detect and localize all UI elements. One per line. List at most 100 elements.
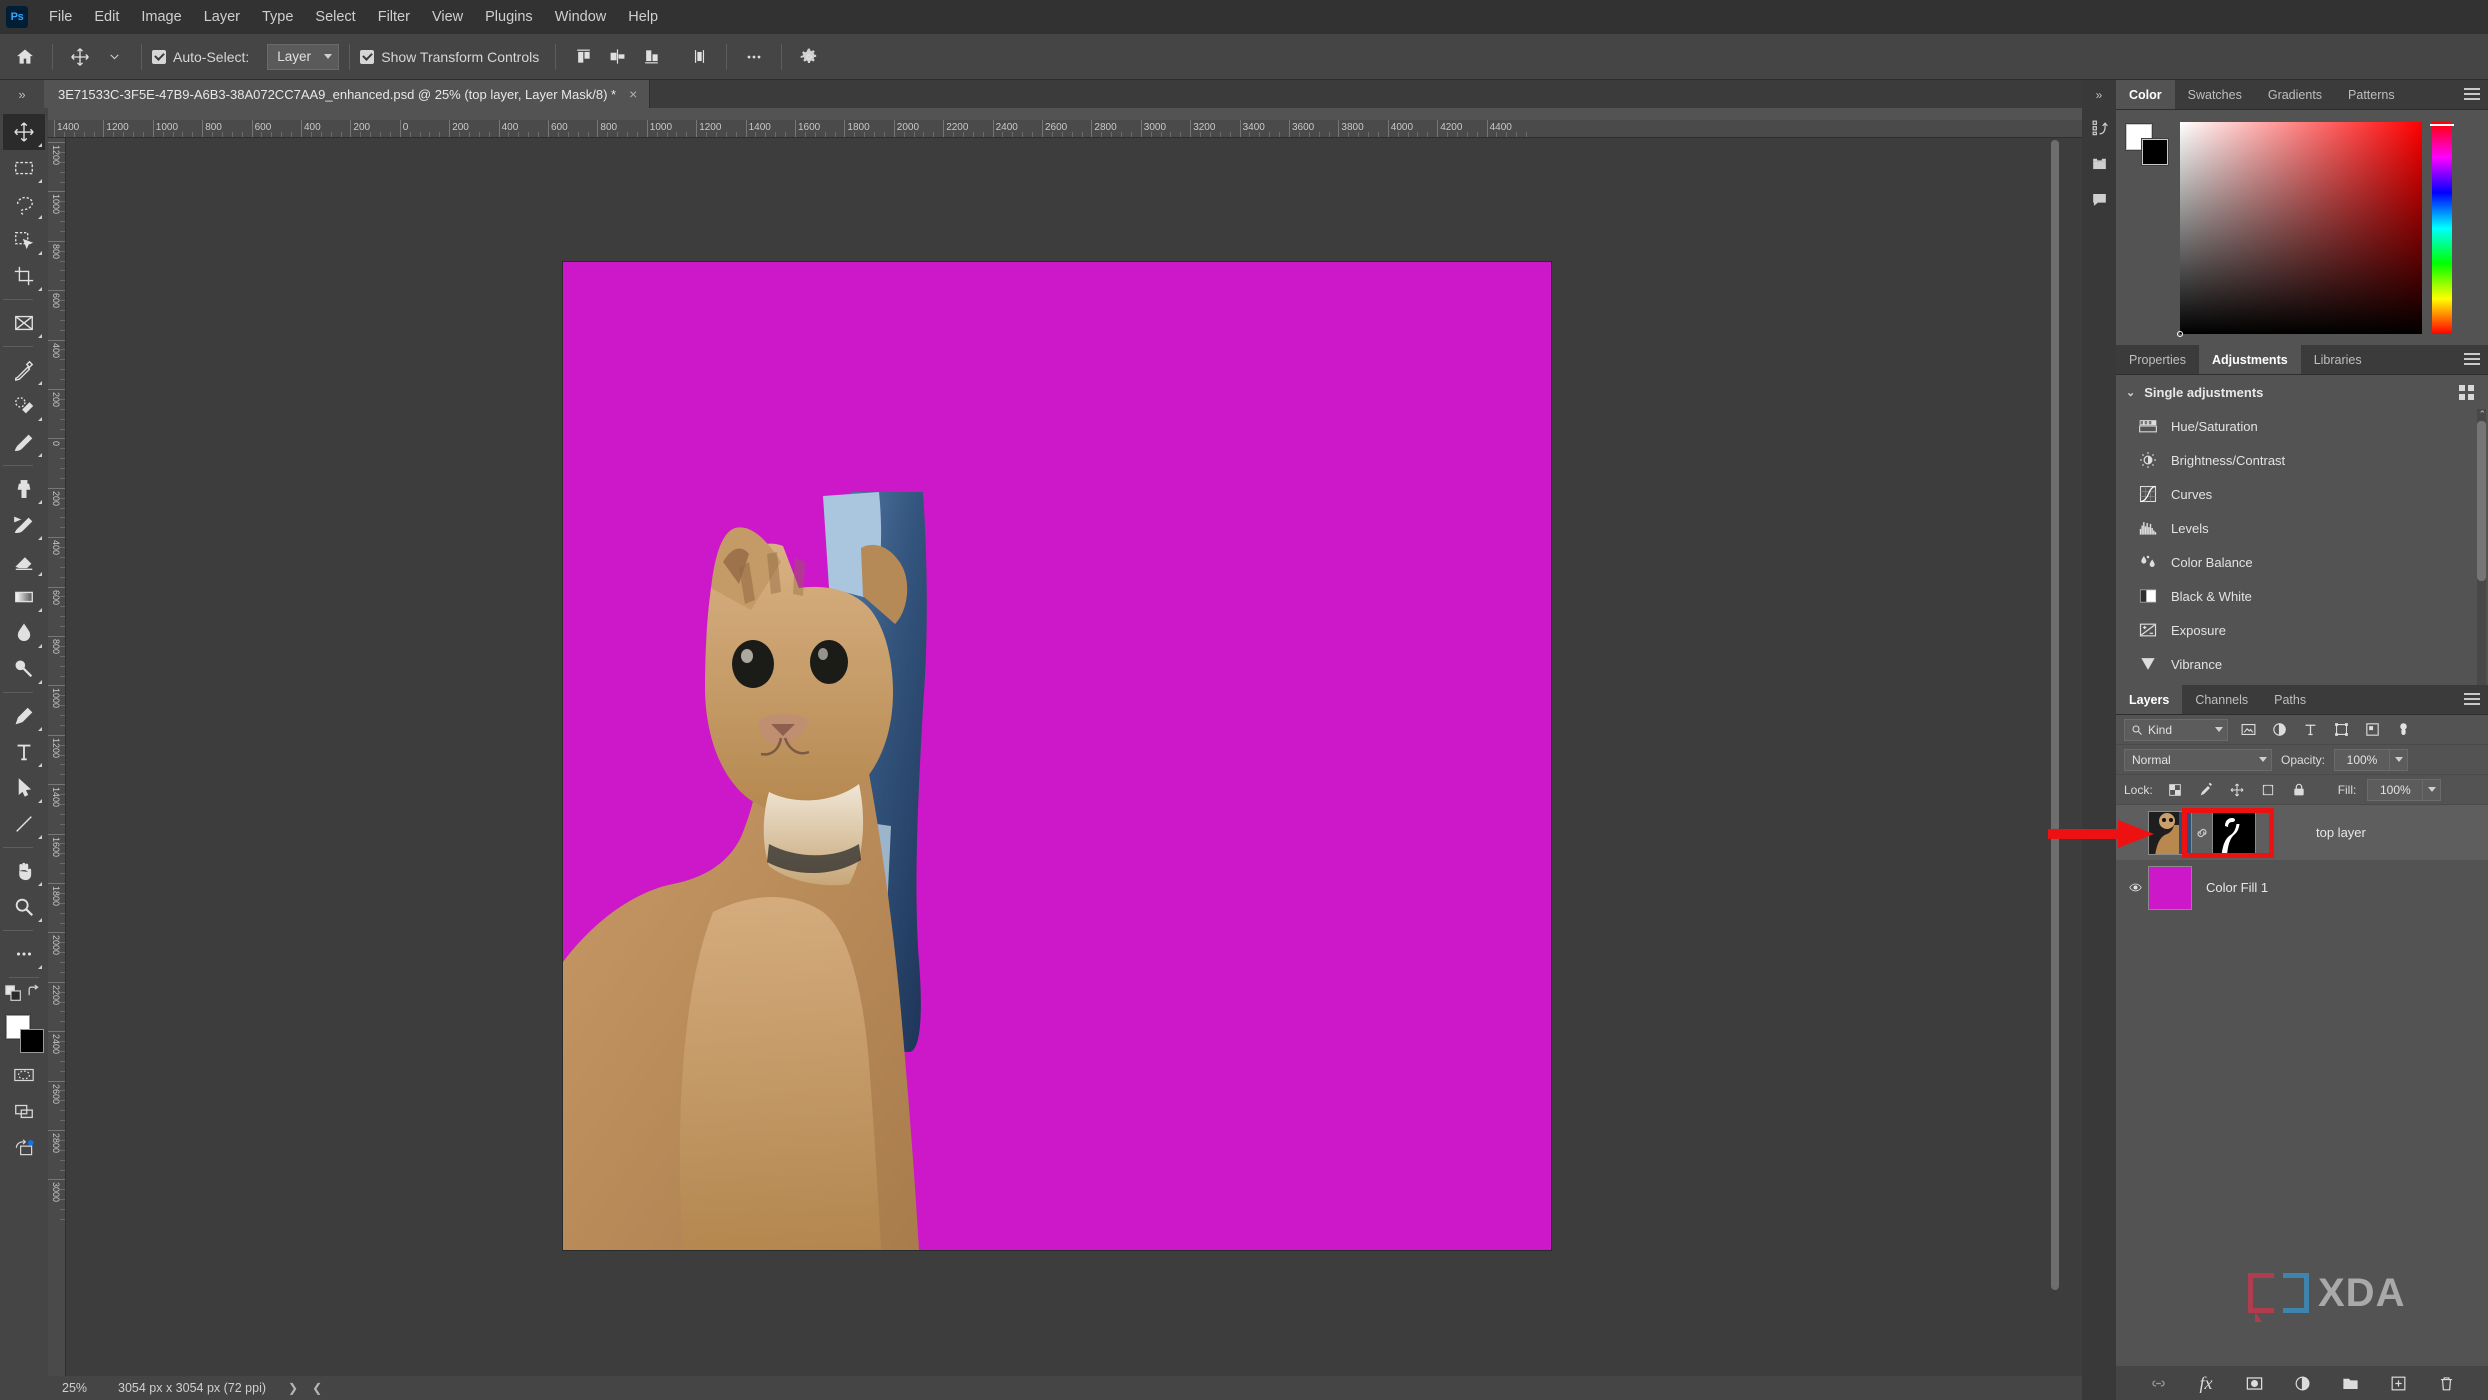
tab-channels[interactable]: Channels — [2182, 685, 2261, 714]
history-brush-tool[interactable] — [3, 507, 45, 543]
layer-filter-kind-dropdown[interactable]: Kind — [2124, 719, 2228, 741]
menu-item-select[interactable]: Select — [304, 5, 366, 29]
filter-shape-icon[interactable] — [2330, 719, 2352, 741]
document-tab[interactable]: 3E71533C-3F5E-47B9-A6B3-38A072CC7AA9_enh… — [44, 80, 650, 108]
canvas-area[interactable]: |↔ : 32 px ⊥ : 12 px — [66, 138, 2082, 1376]
opacity-value[interactable]: 100% — [2334, 749, 2390, 771]
gear-icon[interactable] — [792, 40, 826, 74]
new-adjustment-layer-icon[interactable] — [2291, 1372, 2313, 1394]
object-selection-tool[interactable] — [3, 222, 45, 258]
link-layers-icon[interactable] — [2147, 1372, 2169, 1394]
grid-view-icon[interactable] — [2459, 385, 2474, 400]
filter-type-icon[interactable] — [2299, 719, 2321, 741]
menu-item-file[interactable]: File — [38, 5, 83, 29]
chevron-left-icon[interactable]: ❮ — [298, 1381, 322, 1395]
layer-style-fx-icon[interactable]: fx — [2195, 1372, 2217, 1394]
brush-tool[interactable] — [3, 424, 45, 460]
panel-menu-icon[interactable] — [2464, 88, 2480, 103]
background-color-swatch[interactable] — [2142, 139, 2168, 165]
adjustment-item-brightness-contrast[interactable]: Brightness/Contrast — [2116, 443, 2488, 477]
share-image-icon[interactable] — [3, 1129, 45, 1165]
frame-tool[interactable] — [3, 305, 45, 341]
tab-color[interactable]: Color — [2116, 80, 2175, 109]
dodge-tool[interactable] — [3, 651, 45, 687]
align-bottom-edges-icon[interactable] — [634, 40, 668, 74]
distribute-icon[interactable] — [682, 40, 716, 74]
chevron-double-right-icon[interactable]: » — [0, 80, 44, 108]
layer-mask-link-icon[interactable] — [2192, 811, 2212, 855]
artboard[interactable]: |↔ : 32 px ⊥ : 12 px — [563, 262, 1551, 1250]
clone-stamp-tool[interactable] — [3, 471, 45, 507]
auto-select-target-dropdown[interactable]: Layer — [267, 44, 339, 70]
adjustment-item-color-balance[interactable]: Color Balance — [2116, 545, 2488, 579]
crop-tool[interactable] — [3, 258, 45, 294]
auto-select-checkbox[interactable]: Auto-Select: — [152, 49, 255, 65]
tab-layers[interactable]: Layers — [2116, 685, 2182, 714]
tab-swatches[interactable]: Swatches — [2175, 80, 2255, 109]
filter-smart-object-icon[interactable] — [2361, 719, 2383, 741]
single-adjustments-header[interactable]: ⌄ Single adjustments — [2116, 375, 2488, 409]
tool-preset-chevron-icon[interactable] — [97, 40, 131, 74]
filter-adjustment-icon[interactable] — [2268, 719, 2290, 741]
menu-item-image[interactable]: Image — [130, 5, 192, 29]
comment-icon[interactable] — [2085, 184, 2113, 214]
chevron-down-icon[interactable]: ⌄ — [2126, 386, 2135, 399]
lock-all-icon[interactable] — [2288, 779, 2310, 801]
layer-row[interactable]: Color Fill 1 — [2116, 860, 2488, 915]
eraser-tool[interactable] — [3, 543, 45, 579]
adjustment-item-black-white[interactable]: Black & White — [2116, 579, 2488, 613]
canvas-vertical-scrollbar[interactable] — [2048, 138, 2062, 1376]
lock-artboard-nesting-icon[interactable] — [2257, 779, 2279, 801]
fill-slider-toggle[interactable] — [2423, 779, 2441, 801]
horizontal-ruler[interactable]: 1400120010008006004002000200400600800100… — [48, 120, 2082, 138]
lasso-tool[interactable] — [3, 186, 45, 222]
delete-layer-icon[interactable] — [2435, 1372, 2457, 1394]
lock-image-pixels-icon[interactable] — [2195, 779, 2217, 801]
quick-mask-icon[interactable] — [3, 1057, 45, 1093]
zoom-tool[interactable] — [3, 889, 45, 925]
pen-tool[interactable] — [3, 698, 45, 734]
library-icon[interactable] — [2085, 148, 2113, 178]
move-tool-icon[interactable] — [63, 40, 97, 74]
color-field-picker[interactable] — [2180, 122, 2422, 334]
menu-item-window[interactable]: Window — [544, 5, 618, 29]
vertical-scroll-thumb[interactable] — [2051, 140, 2059, 1290]
blur-tool[interactable] — [3, 615, 45, 651]
align-vertical-centers-icon[interactable] — [600, 40, 634, 74]
layer-color-fill-thumbnail[interactable] — [2148, 866, 2192, 910]
home-icon[interactable] — [8, 40, 42, 74]
menu-item-help[interactable]: Help — [617, 5, 669, 29]
panel-menu-icon[interactable] — [2464, 353, 2480, 368]
show-transform-controls-checkbox[interactable]: Show Transform Controls — [360, 49, 545, 65]
gradient-tool[interactable] — [3, 579, 45, 615]
screen-mode-icon[interactable] — [3, 1093, 45, 1129]
default-colors-icon[interactable] — [5, 985, 22, 1002]
rectangular-marquee-tool[interactable] — [3, 150, 45, 186]
color-swatches[interactable] — [3, 1013, 45, 1057]
layer-row[interactable]: top layer — [2116, 805, 2488, 860]
chevron-up-icon[interactable]: ⌃ — [2478, 409, 2486, 420]
tab-paths[interactable]: Paths — [2261, 685, 2319, 714]
move-tool[interactable] — [3, 114, 45, 150]
tab-gradients[interactable]: Gradients — [2255, 80, 2335, 109]
lock-transparent-pixels-icon[interactable] — [2164, 779, 2186, 801]
hand-tool[interactable] — [3, 853, 45, 889]
path-selection-tool[interactable] — [3, 770, 45, 806]
tab-properties[interactable]: Properties — [2116, 345, 2199, 374]
adjustment-item-exposure[interactable]: Exposure — [2116, 613, 2488, 647]
layer-visibility-toggle[interactable] — [2122, 881, 2148, 894]
layer-mask-thumbnail[interactable] — [2212, 811, 2256, 855]
swap-colors-icon[interactable] — [26, 984, 42, 1000]
chevron-right-icon[interactable]: ❯ — [266, 1381, 298, 1395]
filter-power-toggle-icon[interactable] — [2392, 719, 2414, 741]
type-tool[interactable] — [3, 734, 45, 770]
adjustment-item-levels[interactable]: Levels — [2116, 511, 2488, 545]
opacity-slider-toggle[interactable] — [2390, 749, 2408, 771]
menu-item-filter[interactable]: Filter — [367, 5, 421, 29]
history-icon[interactable] — [2085, 112, 2113, 142]
spot-healing-brush-tool[interactable] — [3, 388, 45, 424]
close-icon[interactable]: × — [629, 86, 637, 102]
menu-item-type[interactable]: Type — [251, 5, 304, 29]
lock-position-icon[interactable] — [2226, 779, 2248, 801]
tab-libraries[interactable]: Libraries — [2301, 345, 2375, 374]
